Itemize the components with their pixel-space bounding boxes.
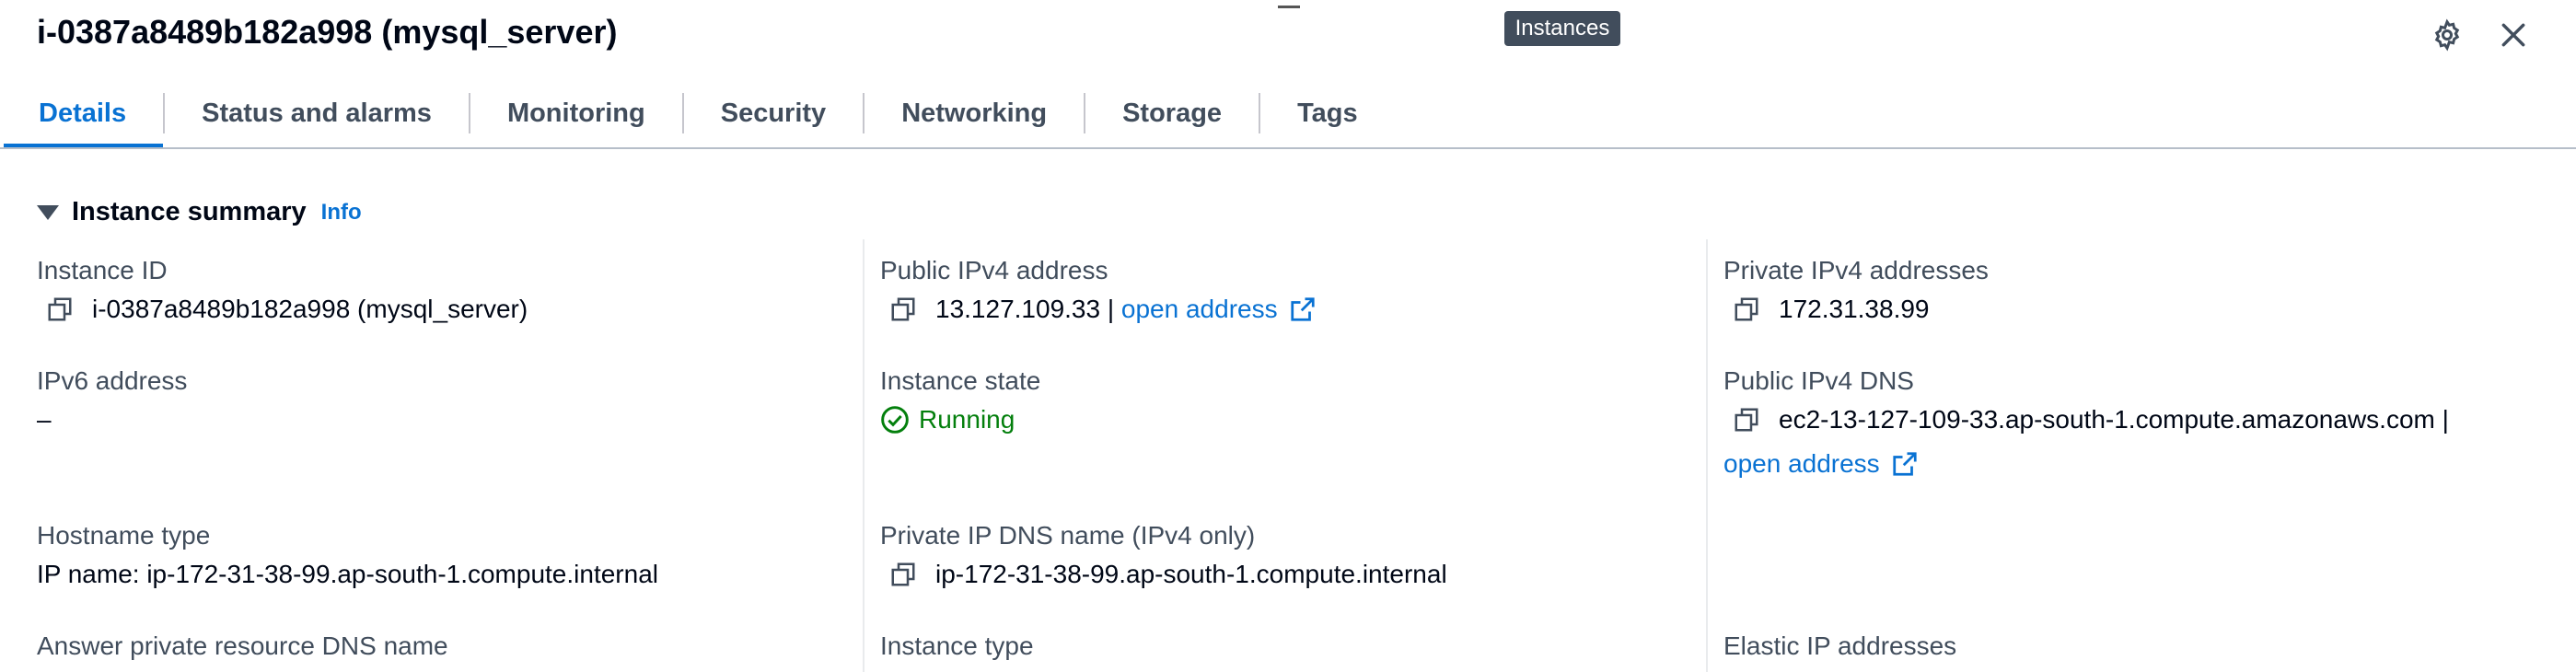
- public-dns-link-row: open address: [1723, 449, 1919, 479]
- column-divider: [1706, 239, 1708, 672]
- tab-networking[interactable]: Networking: [864, 81, 1084, 145]
- tab-status-and-alarms[interactable]: Status and alarms: [165, 81, 469, 145]
- elastic-ip-label: Elastic IP addresses: [1723, 631, 1957, 660]
- instance-id-value: i-0387a8489b182a998 (mysql_server): [46, 295, 528, 324]
- public-ipv4-value: 13.127.109.33 | open address: [889, 295, 1317, 324]
- instance-id-text: i-0387a8489b182a998 (mysql_server): [92, 295, 528, 323]
- instance-state-label: Instance state: [880, 366, 1041, 395]
- close-button[interactable]: [2493, 15, 2534, 55]
- tab-tags[interactable]: Tags: [1260, 81, 1395, 145]
- instance-state-text: Running: [919, 405, 1015, 434]
- private-ipv4-value: 172.31.38.99: [1733, 295, 1930, 324]
- ipv6-label: IPv6 address: [37, 366, 188, 395]
- public-ipv4-label: Public IPv4 address: [880, 256, 1108, 284]
- public-ipv4-text: 13.127.109.33 |: [935, 295, 1115, 323]
- ipv6-value: –: [37, 405, 52, 434]
- tab-monitoring[interactable]: Monitoring: [470, 81, 682, 145]
- tabs-divider: [0, 147, 2576, 149]
- gear-icon: [2434, 18, 2460, 52]
- caret-down-icon[interactable]: [37, 204, 59, 220]
- instance-id-label: Instance ID: [37, 256, 168, 284]
- info-link[interactable]: Info: [321, 200, 362, 226]
- column-divider: [863, 239, 864, 672]
- tab-details[interactable]: Details: [4, 81, 164, 147]
- tab-storage[interactable]: Storage: [1085, 81, 1259, 145]
- external-link-icon[interactable]: [1891, 450, 1919, 478]
- copy-icon[interactable]: [1733, 406, 1760, 434]
- tooltip: Instances: [1504, 11, 1620, 46]
- hostname-type-label: Hostname type: [37, 521, 211, 550]
- instance-type-label: Instance type: [880, 631, 1034, 660]
- public-dns-value: ec2-13-127-109-33.ap-south-1.compute.ama…: [1733, 405, 2449, 434]
- settings-button[interactable]: [2427, 15, 2467, 55]
- window-drag-handle: [1278, 6, 1300, 8]
- copy-icon[interactable]: [889, 561, 917, 588]
- private-dns-label: Private IP DNS name (IPv4 only): [880, 521, 1256, 550]
- summary-header: Instance summary Info: [37, 197, 362, 227]
- private-ipv4-text: 172.31.38.99: [1779, 295, 1930, 323]
- copy-icon[interactable]: [889, 295, 917, 323]
- copy-icon[interactable]: [1733, 295, 1760, 323]
- answer-dns-label: Answer private resource DNS name: [37, 631, 448, 660]
- private-dns-text: ip-172-31-38-99.ap-south-1.compute.inter…: [935, 560, 1447, 588]
- open-address-link[interactable]: open address: [1121, 295, 1278, 324]
- tab-bar: Details Status and alarms Monitoring Sec…: [4, 81, 1395, 147]
- public-dns-label: Public IPv4 DNS: [1723, 366, 1914, 395]
- copy-icon[interactable]: [46, 295, 74, 323]
- private-dns-value: ip-172-31-38-99.ap-south-1.compute.inter…: [889, 560, 1447, 589]
- status-ok-icon: [880, 405, 910, 434]
- external-link-icon[interactable]: [1289, 295, 1317, 323]
- page-title: i-0387a8489b182a998 (mysql_server): [37, 13, 618, 51]
- close-icon: [2501, 23, 2525, 47]
- instance-state-value: Running: [880, 405, 1015, 434]
- open-address-link[interactable]: open address: [1723, 449, 1880, 479]
- section-title[interactable]: Instance summary: [72, 197, 307, 227]
- private-ipv4-label: Private IPv4 addresses: [1723, 256, 1989, 284]
- hostname-type-value: IP name: ip-172-31-38-99.ap-south-1.comp…: [37, 560, 658, 588]
- tab-security[interactable]: Security: [684, 81, 863, 145]
- public-dns-text: ec2-13-127-109-33.ap-south-1.compute.ama…: [1779, 405, 2449, 434]
